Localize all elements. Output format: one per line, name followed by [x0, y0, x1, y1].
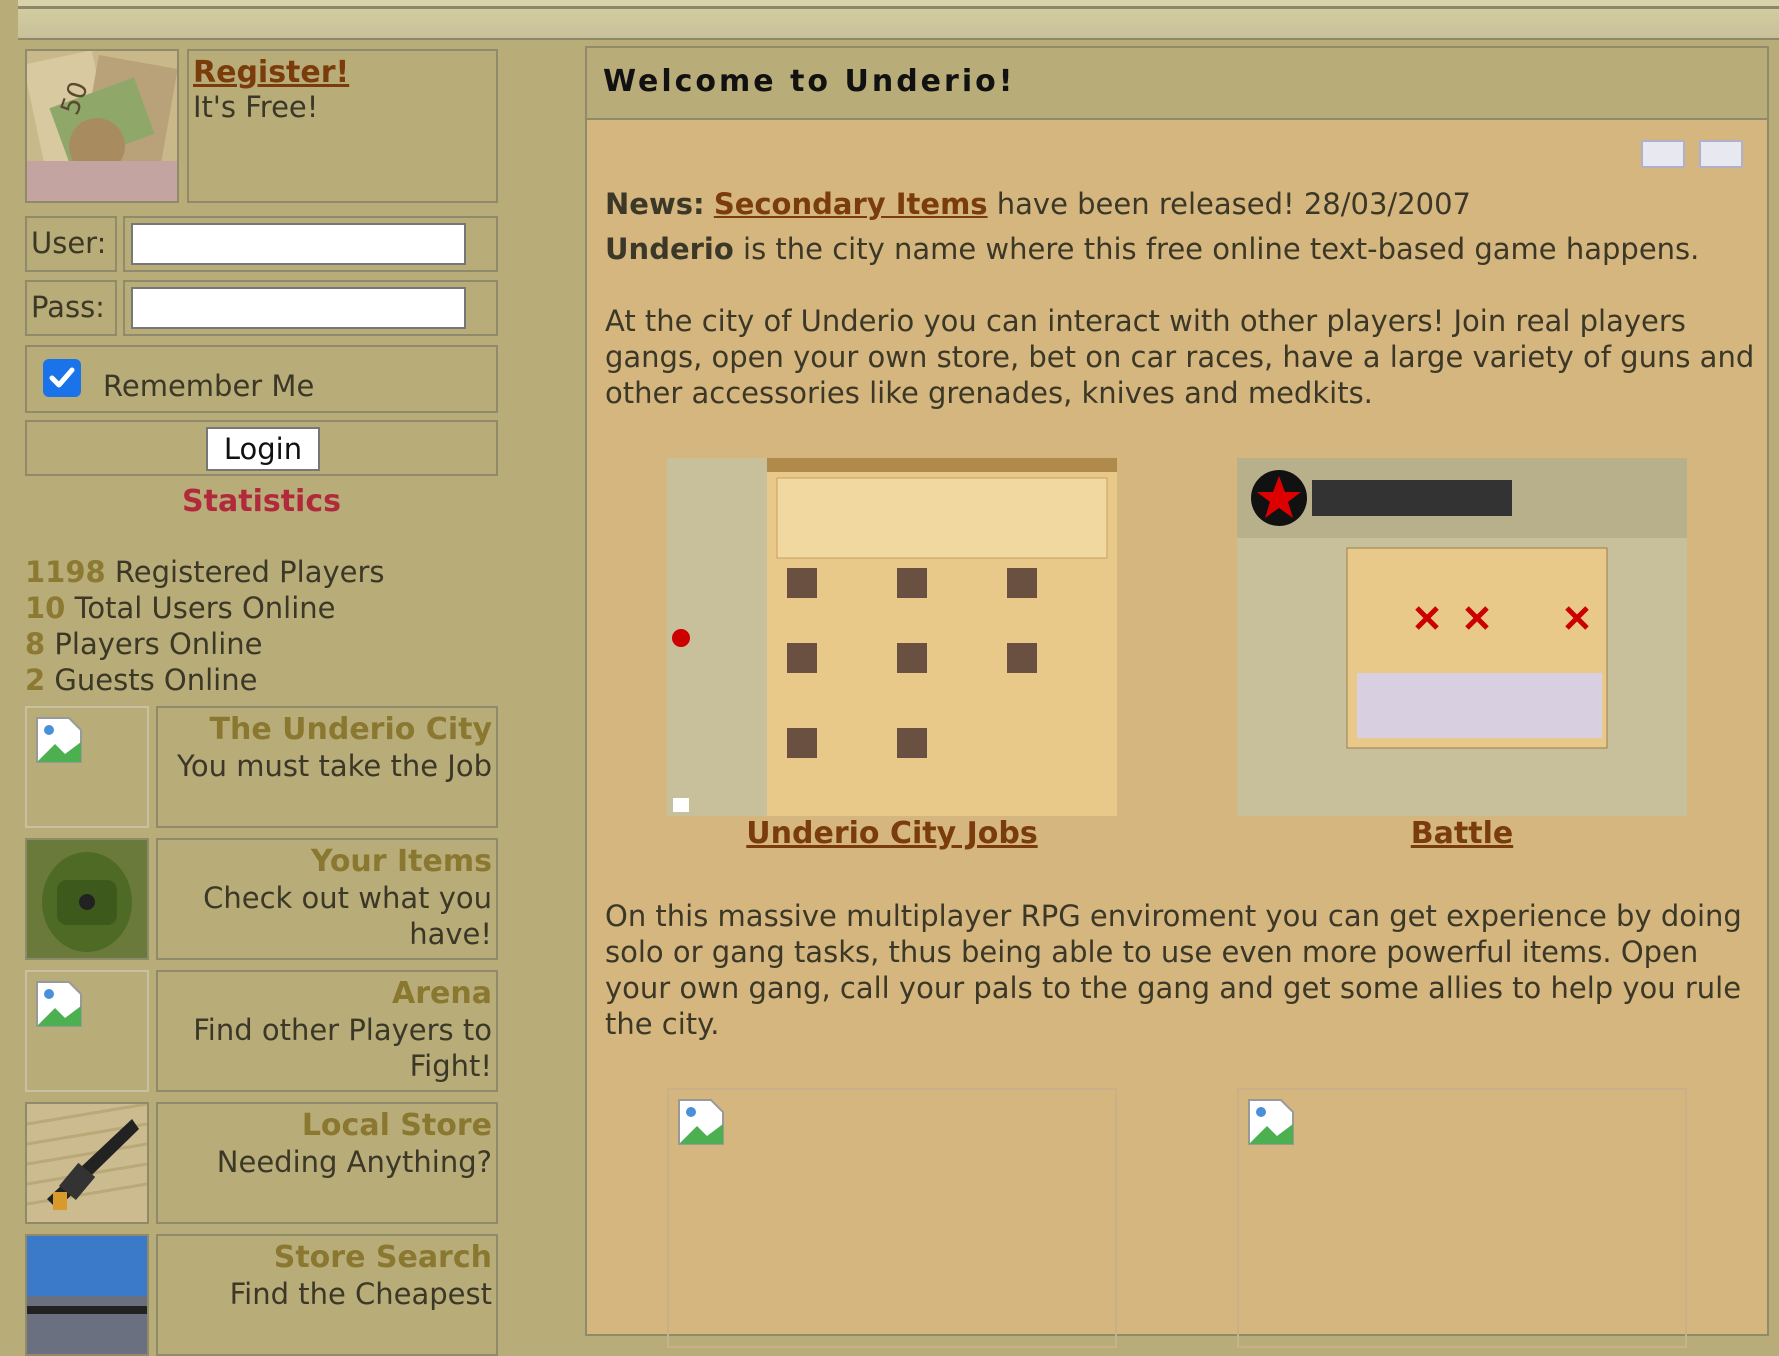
battle-screenshot-image: [1237, 458, 1687, 816]
stat-label: Players Online: [45, 627, 263, 661]
top-banner-strip: [18, 0, 1779, 40]
nav-thumb-items[interactable]: [25, 838, 149, 960]
stat-label: Total Users Online: [65, 591, 336, 625]
nav-desc: Needing Anything?: [216, 1145, 492, 1179]
news-line: News: Secondary Items have been released…: [605, 186, 1755, 222]
broken-image-icon: [36, 717, 82, 763]
intro-text: is the city name where this free online …: [733, 232, 1700, 266]
register-link[interactable]: Register!: [193, 56, 492, 90]
stat-count: 8: [25, 627, 46, 661]
login-button[interactable]: Login: [206, 427, 320, 471]
nav-title[interactable]: Store Search: [158, 1240, 492, 1276]
remember-me-checkbox[interactable]: [43, 359, 81, 397]
jobs-screenshot-image: [667, 458, 1117, 816]
nav-thumb-search[interactable]: [25, 1234, 149, 1356]
stat-count: 2: [25, 663, 46, 697]
password-input[interactable]: [131, 287, 466, 329]
stat-count: 10: [25, 591, 66, 625]
jobs-screenshot[interactable]: [667, 458, 1117, 816]
intro-line: Underio is the city name where this free…: [605, 231, 1755, 267]
pass-field-cell: [123, 280, 498, 336]
rpg-paragraph: On this massive multiplayer RPG envirome…: [605, 899, 1742, 1041]
stat-label: Guests Online: [45, 663, 258, 697]
stat-label: Registered Players: [105, 555, 385, 589]
stat-count: 1198: [25, 555, 106, 589]
user-field-cell: [123, 216, 498, 272]
second-content: On this massive multiplayer RPG envirome…: [605, 898, 1755, 1042]
main-panel: Welcome to Underio! News: Secondary Item…: [585, 46, 1769, 1348]
money-avatar-image: 50: [25, 49, 179, 203]
page-title: Welcome to Underio!: [603, 64, 1016, 99]
main-content: News: Secondary Items have been released…: [605, 186, 1755, 411]
screenshot-placeholder[interactable]: [667, 1088, 1117, 1348]
news-text: have been released! 28/03/2007: [987, 187, 1471, 221]
battle-screenshot-caption[interactable]: Battle: [1237, 816, 1687, 851]
stat-row: 10 Total Users Online: [25, 590, 385, 626]
nav-thumb-arena[interactable]: [25, 970, 149, 1092]
intro-paragraph: At the city of Underio you can interact …: [605, 304, 1755, 410]
nav-title[interactable]: Your Items: [158, 844, 492, 880]
nav-desc: Check out what you have!: [203, 881, 492, 951]
intro-bold: Underio: [605, 232, 734, 266]
nav-thumb-store[interactable]: [25, 1102, 149, 1224]
building-icon: [27, 1236, 147, 1354]
nav-title[interactable]: Arena: [158, 976, 492, 1012]
nav-item-store[interactable]: Local Store Needing Anything?: [156, 1102, 498, 1224]
nav-item-search[interactable]: Store Search Find the Cheapest: [156, 1234, 498, 1356]
checkmark-icon: [49, 367, 75, 388]
language-flag-icon[interactable]: [1699, 140, 1743, 168]
remember-me-label: Remember Me: [103, 369, 315, 403]
nav-thumb-city[interactable]: [25, 706, 149, 828]
nav-title[interactable]: Local Store: [158, 1108, 492, 1144]
nav-title[interactable]: The Underio City: [158, 712, 492, 748]
user-label: User:: [25, 216, 117, 272]
nav-item-city[interactable]: The Underio City You must take the Job: [156, 706, 498, 828]
broken-image-icon: [678, 1099, 724, 1145]
login-row: Login: [25, 420, 498, 476]
nav-desc: You must take the Job: [176, 749, 492, 783]
register-subtitle: It's Free!: [193, 90, 319, 124]
stat-row: 2 Guests Online: [25, 662, 385, 698]
register-box: Register! It's Free!: [187, 49, 498, 203]
nav-item-arena[interactable]: Arena Find other Players to Fight!: [156, 970, 498, 1092]
main-header: Welcome to Underio!: [587, 48, 1767, 120]
broken-image-icon: [36, 981, 82, 1027]
battle-screenshot[interactable]: [1237, 458, 1687, 816]
pass-label: Pass:: [25, 280, 117, 336]
remember-me-row: Remember Me: [25, 345, 498, 413]
statistics-list: 1198 Registered Players 10 Total Users O…: [25, 554, 385, 698]
statistics-title: Statistics: [182, 484, 341, 519]
nav-desc: Find other Players to Fight!: [193, 1013, 492, 1083]
rifle-icon: [27, 1104, 147, 1222]
news-label: News:: [605, 187, 705, 221]
username-input[interactable]: [131, 223, 466, 265]
stat-row: 1198 Registered Players: [25, 554, 385, 590]
broken-image-icon: [1248, 1099, 1294, 1145]
language-flag-icon[interactable]: [1641, 140, 1685, 168]
backpack-icon: [27, 840, 147, 958]
news-link[interactable]: Secondary Items: [714, 187, 988, 221]
nav-desc: Find the Cheapest: [229, 1277, 492, 1311]
screenshot-placeholder[interactable]: [1237, 1088, 1687, 1348]
nav-item-items[interactable]: Your Items Check out what you have!: [156, 838, 498, 960]
stat-row: 8 Players Online: [25, 626, 385, 662]
jobs-screenshot-caption[interactable]: Underio City Jobs: [667, 816, 1117, 851]
